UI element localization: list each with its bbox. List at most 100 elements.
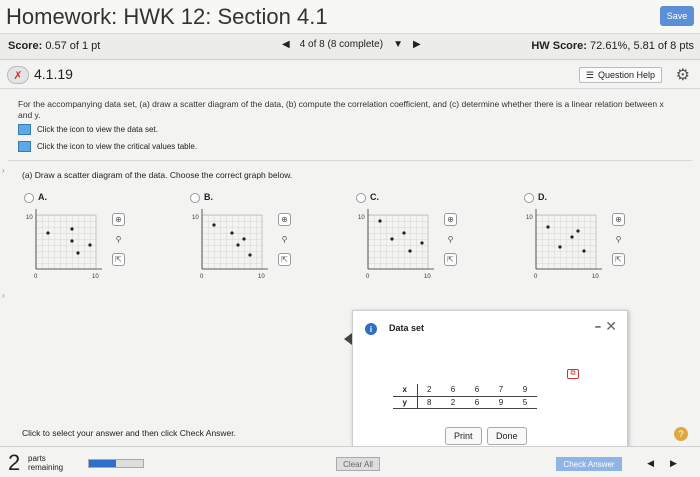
data-table-icon[interactable] [18,124,31,135]
option-d-label: D. [538,192,547,202]
save-button[interactable]: Save [660,6,694,26]
zoom-out-icon[interactable]: ⚲ [112,233,125,246]
expand-icon[interactable]: ⇱ [612,253,625,266]
side-marker-icon: › [2,291,5,300]
question-bar: ✗ 4.1.19 ☰ Question Help ⚙ [0,61,700,89]
zoom-in-icon[interactable]: ⊕ [612,213,625,226]
gear-icon[interactable]: ⚙ [676,65,690,85]
question-nav: ◀ 4 of 8 (8 complete) ▼ ▶ [282,39,421,50]
parts-label-line2: remaining [28,463,64,472]
done-button[interactable]: Done [487,427,527,445]
x-value: 6 [441,384,465,397]
footer-bar: 2 parts remaining Clear All Check Answer… [0,446,700,477]
minimize-icon[interactable]: – [595,321,601,333]
x-value: 7 [489,384,513,397]
print-button[interactable]: Print [445,427,482,445]
list-icon: ☰ [585,69,594,80]
y-label: y [393,396,418,409]
side-marker-icon: › [2,166,5,175]
x-row: x 2 6 6 7 9 [393,384,537,397]
option-c-ytick: 10 [358,215,365,221]
option-c-xtick-0: 0 [366,274,370,280]
y-value: 9 [489,396,513,409]
next-icon[interactable]: ▶ [670,458,677,472]
page-title: Homework: HWK 12: Section 4.1 [6,4,328,29]
info-icon: i [365,323,377,335]
option-d-radio[interactable] [524,193,534,203]
part-a-prompt: (a) Draw a scatter diagram of the data. … [22,170,293,180]
help-icon[interactable]: ? [674,427,688,441]
popup-title: Data set [389,323,425,333]
y-value: 5 [513,396,537,409]
critical-values-icon[interactable] [18,141,31,152]
prev-question-icon[interactable]: ◀ [282,39,290,50]
question-help-button[interactable]: ☰ Question Help [578,67,662,83]
question-body: For the accompanying data set, (a) draw … [18,99,664,120]
option-d-ytick: 10 [526,215,533,221]
option-b[interactable]: B. 10 0 10 ⊕ ⚲ ⇱ [190,192,320,293]
next-question-icon[interactable]: ▶ [413,39,421,50]
y-row: y 8 2 6 9 5 [393,396,537,409]
data-set-link-text: Click the icon to view the data set. [37,125,158,134]
parts-remaining-label: parts remaining [28,454,63,472]
progress-fill [89,460,116,467]
question-position[interactable]: 4 of 8 (8 complete) [300,39,383,50]
popup-pointer [344,333,352,345]
option-d[interactable]: D. 10 0 10 ⊕ ⚲ ⇱ [524,192,654,293]
expand-icon[interactable]: ⇱ [444,253,457,266]
parts-progress-bar [88,459,144,468]
option-a-xtick-0: 0 [34,274,38,280]
zoom-out-icon[interactable]: ⚲ [612,233,625,246]
zoom-in-icon[interactable]: ⊕ [278,213,291,226]
data-set-table: x 2 6 6 7 9 y 8 2 6 9 5 [393,384,537,409]
option-d-xtick-10: 10 [592,274,599,280]
option-b-xtick-0: 0 [200,274,204,280]
close-icon[interactable]: ✕ [605,318,617,335]
x-value: 9 [513,384,537,397]
parts-label-line1: parts [28,454,46,463]
dropdown-icon[interactable]: ▼ [393,39,403,50]
section-divider [8,160,692,161]
option-a-xtick-10: 10 [92,274,99,280]
option-b-xtick-10: 10 [258,274,265,280]
score-text: Score: 0.57 of 1 pt [8,40,100,52]
hw-score-value: 72.61%, 5.81 of 8 pts [590,40,694,52]
clear-all-button[interactable]: Clear All [336,457,380,471]
score-value: 0.57 of 1 pt [45,40,101,52]
score-bar: Score: 0.57 of 1 pt ◀ 4 of 8 (8 complete… [0,34,700,60]
prev-icon[interactable]: ◀ [647,458,654,472]
y-value: 8 [417,396,441,409]
zoom-out-icon[interactable]: ⚲ [278,233,291,246]
option-c-radio[interactable] [356,193,366,203]
hw-score: HW Score: 72.61%, 5.81 of 8 pts [531,40,694,52]
x-label: x [393,384,418,397]
expand-icon[interactable]: ⇱ [112,253,125,266]
data-set-popup: i Data set – ✕ ⧉ x 2 6 6 7 9 y 8 2 6 9 5… [352,310,628,456]
option-c-xtick-10: 10 [424,274,431,280]
zoom-in-icon[interactable]: ⊕ [112,213,125,226]
popup-header[interactable]: i Data set – ✕ [353,311,627,345]
zoom-out-icon[interactable]: ⚲ [444,233,457,246]
option-a[interactable]: A. 10 0 10 ⊕ ⚲ ⇱ [24,192,154,293]
option-a-radio[interactable] [24,193,34,203]
y-value: 2 [441,396,465,409]
title-bar: Homework: HWK 12: Section 4.1 Save [0,0,700,34]
check-answer-button[interactable]: Check Answer [556,457,622,471]
question-number: 4.1.19 [34,66,73,82]
critical-values-line: Click the icon to view the critical valu… [18,141,197,152]
critical-values-link-text: Click the icon to view the critical valu… [37,142,198,151]
expand-icon[interactable]: ⇱ [278,253,291,266]
option-d-xtick-0: 0 [534,274,538,280]
x-value: 6 [465,384,489,397]
option-a-ytick: 10 [26,215,33,221]
question-pager: ◀ ▶ [634,458,690,472]
question-help-label: Question Help [597,70,655,80]
hw-score-label: HW Score: [531,40,587,52]
option-b-radio[interactable] [190,193,200,203]
option-b-ytick: 10 [192,215,199,221]
option-a-label: A. [38,192,47,202]
data-set-line: Click the icon to view the data set. [18,124,158,135]
zoom-in-icon[interactable]: ⊕ [444,213,457,226]
option-c[interactable]: C. 10 0 10 ⊕ ⚲ ⇱ [356,192,486,293]
copy-icon[interactable]: ⧉ [567,369,579,379]
